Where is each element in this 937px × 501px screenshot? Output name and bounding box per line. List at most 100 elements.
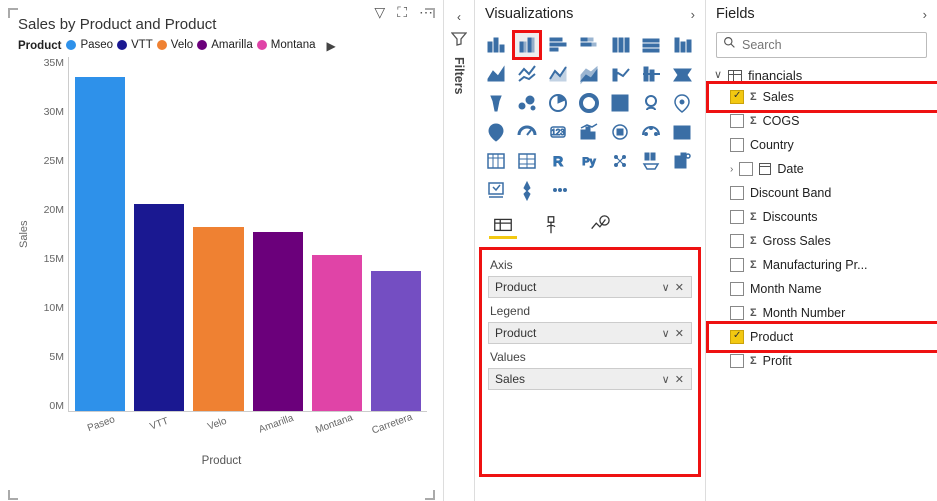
legend-item[interactable]: Montana xyxy=(257,39,316,51)
field-date[interactable]: ›Date xyxy=(710,157,937,181)
search-input[interactable] xyxy=(742,38,920,52)
legend-item[interactable]: Amarilla xyxy=(197,39,253,51)
viz-type-icon[interactable] xyxy=(669,119,695,145)
values-well-chip[interactable]: Sales∨ ✕ xyxy=(488,368,692,390)
viz-type-icon[interactable] xyxy=(607,148,633,174)
axis-well-chip[interactable]: Product∨ ✕ xyxy=(488,276,692,298)
field-gross-sales[interactable]: ΣGross Sales xyxy=(710,229,937,253)
checkbox-icon[interactable] xyxy=(730,186,744,200)
viz-type-icon[interactable] xyxy=(669,148,695,174)
viz-type-icon[interactable] xyxy=(545,61,571,87)
viz-type-icon[interactable] xyxy=(576,90,602,116)
viz-type-icon[interactable] xyxy=(607,119,633,145)
collapse-table-icon[interactable]: ∨ xyxy=(714,68,722,81)
checkbox-icon[interactable] xyxy=(730,306,744,320)
field-product[interactable]: Product xyxy=(710,325,937,349)
report-canvas[interactable]: ▽ ⛶ ⋯ Sales by Product and Product Produ… xyxy=(0,0,443,501)
field-month-name[interactable]: Month Name xyxy=(710,277,937,301)
checkbox-checked-icon[interactable] xyxy=(730,90,744,104)
bar-velo[interactable] xyxy=(193,227,243,411)
format-tab[interactable] xyxy=(537,211,565,239)
chart-visual[interactable]: Sales by Product and Product Product Pas… xyxy=(8,8,435,500)
viz-type-icon[interactable] xyxy=(514,119,540,145)
collapse-fields-icon[interactable]: › xyxy=(923,7,927,22)
viz-type-icon[interactable] xyxy=(483,32,509,58)
bar-montana[interactable] xyxy=(312,255,362,411)
chart-plot-area[interactable] xyxy=(68,57,427,412)
legend-overflow-icon[interactable]: ▶ xyxy=(327,39,336,53)
viz-type-icon[interactable] xyxy=(545,32,571,58)
expand-filters-icon[interactable]: ‹ xyxy=(444,10,474,24)
checkbox-icon[interactable] xyxy=(730,114,744,128)
viz-type-icon[interactable] xyxy=(514,177,540,203)
field-country[interactable]: Country xyxy=(710,133,937,157)
bar-paseo[interactable] xyxy=(75,77,125,411)
field-manufacturing-price[interactable]: ΣManufacturing Pr... xyxy=(710,253,937,277)
field-profit[interactable]: ΣProfit xyxy=(710,349,937,373)
checkbox-icon[interactable] xyxy=(730,282,744,296)
legend-field-label: Product xyxy=(18,40,61,52)
viz-type-icon[interactable]: R xyxy=(545,148,571,174)
viz-type-icon[interactable] xyxy=(514,90,540,116)
viz-type-icon[interactable] xyxy=(483,61,509,87)
viz-type-icon[interactable] xyxy=(638,61,664,87)
field-sales[interactable]: ΣSales xyxy=(710,85,937,109)
viz-type-icon[interactable] xyxy=(638,119,664,145)
expand-icon[interactable]: › xyxy=(730,164,733,175)
viz-type-icon[interactable] xyxy=(576,61,602,87)
field-cogs[interactable]: ΣCOGS xyxy=(710,109,937,133)
chip-controls[interactable]: ∨ ✕ xyxy=(662,373,685,386)
filters-pane-collapsed[interactable]: ‹ Filters xyxy=(443,0,475,501)
chip-controls[interactable]: ∨ ✕ xyxy=(662,327,685,340)
checkbox-icon[interactable] xyxy=(730,234,744,248)
viz-type-icon[interactable] xyxy=(545,177,571,203)
viz-type-icon[interactable]: Py xyxy=(576,148,602,174)
checkbox-icon[interactable] xyxy=(730,138,744,152)
collapse-viz-icon[interactable]: › xyxy=(691,7,695,22)
bar-vtt[interactable] xyxy=(134,204,184,411)
viz-type-icon[interactable] xyxy=(483,177,509,203)
sigma-icon: Σ xyxy=(750,115,757,127)
viz-type-icon[interactable] xyxy=(607,32,633,58)
fields-tab[interactable] xyxy=(489,211,517,239)
viz-type-icon[interactable]: 123 xyxy=(545,119,571,145)
analytics-tab[interactable] xyxy=(585,211,613,239)
chart-legend[interactable]: Product Paseo VTT Velo Amarilla Montana ▶ xyxy=(18,39,427,53)
viz-type-icon[interactable] xyxy=(545,90,571,116)
viz-type-icon[interactable] xyxy=(483,119,509,145)
table-icon xyxy=(728,70,742,82)
legend-item[interactable]: Velo xyxy=(157,39,193,51)
viz-type-icon[interactable] xyxy=(669,32,695,58)
viz-type-icon[interactable] xyxy=(607,90,633,116)
viz-type-icon[interactable] xyxy=(576,119,602,145)
field-month-number[interactable]: ΣMonth Number xyxy=(710,301,937,325)
fields-search[interactable] xyxy=(716,32,927,58)
viz-type-icon[interactable] xyxy=(638,32,664,58)
legend-item[interactable]: Paseo xyxy=(66,39,113,51)
table-financials[interactable]: ∨ financials xyxy=(706,66,937,85)
viz-type-icon[interactable] xyxy=(669,90,695,116)
checkbox-icon[interactable] xyxy=(730,210,744,224)
viz-type-icon[interactable] xyxy=(483,90,509,116)
viz-type-icon[interactable] xyxy=(638,148,664,174)
viz-type-icon[interactable] xyxy=(514,61,540,87)
legend-item[interactable]: VTT xyxy=(117,39,153,51)
checkbox-icon[interactable] xyxy=(730,258,744,272)
viz-type-icon[interactable] xyxy=(576,32,602,58)
chip-controls[interactable]: ∨ ✕ xyxy=(662,281,685,294)
viz-type-icon[interactable] xyxy=(638,90,664,116)
bar-carretera[interactable] xyxy=(371,271,421,411)
checkbox-icon[interactable] xyxy=(739,162,753,176)
viz-type-icon[interactable] xyxy=(483,148,509,174)
bar-amarilla[interactable] xyxy=(253,232,303,411)
field-discounts[interactable]: ΣDiscounts xyxy=(710,205,937,229)
viz-type-icon[interactable] xyxy=(607,61,633,87)
viz-type-icon[interactable] xyxy=(669,61,695,87)
viz-type-icon[interactable] xyxy=(514,32,540,58)
field-discount-band[interactable]: Discount Band xyxy=(710,181,937,205)
checkbox-checked-icon[interactable] xyxy=(730,330,744,344)
viz-type-icon[interactable] xyxy=(514,148,540,174)
sigma-icon: Σ xyxy=(750,211,757,223)
checkbox-icon[interactable] xyxy=(730,354,744,368)
legend-well-chip[interactable]: Product∨ ✕ xyxy=(488,322,692,344)
